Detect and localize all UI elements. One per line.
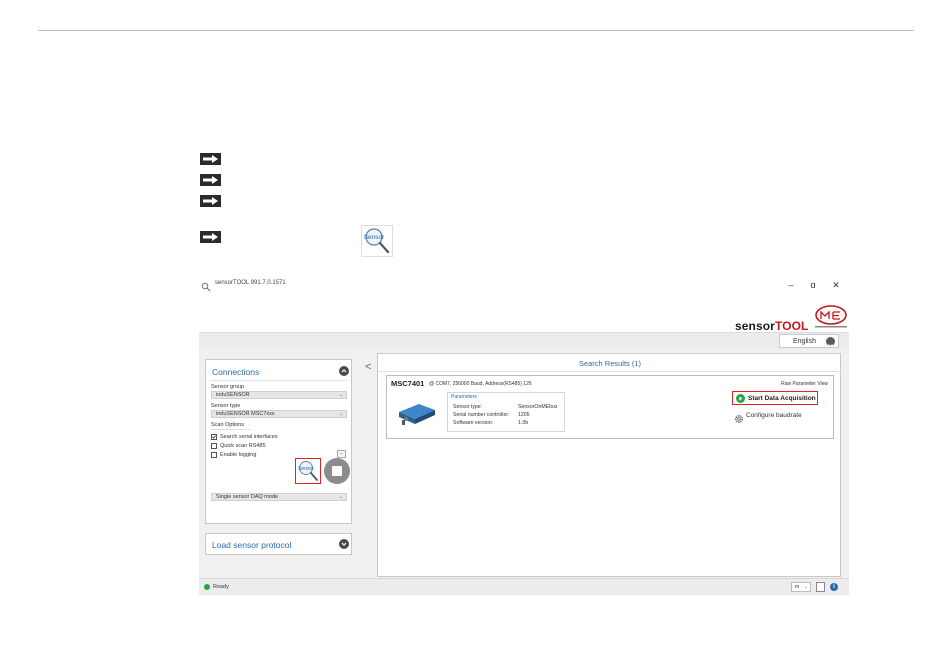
daq-mode-select[interactable]: Single sensor DAQ mode ⌄ [211,493,347,501]
play-icon [736,394,745,403]
language-bar: English [199,332,849,349]
status-indicator-icon [204,584,210,590]
enable-logging-label: Enable logging [220,452,257,458]
connections-panel: Connections Sensor group induSENSOR ⌄ Se… [205,359,352,524]
stop-button[interactable] [324,458,350,484]
me-logo-icon [813,304,849,330]
quick-scan-label: Quick scan RS485 [220,443,266,449]
main-area: Connections Sensor group induSENSOR ⌄ Se… [199,349,849,578]
sensor-group-label: Sensor group [211,384,245,390]
document-icon[interactable] [816,582,825,592]
chevron-down-icon [826,337,835,348]
sensor-model: MSC7401 [391,379,425,388]
arrow-icon [200,174,221,186]
maximize-button[interactable]: ɑ [806,278,820,292]
configure-baudrate-label: Configure baudrate [746,412,802,419]
sensor-device-image [397,398,437,428]
arrow-icon [200,231,221,243]
language-select[interactable]: English [779,334,839,348]
connection-info: @ COM7, 256000 Baud, Address(RS485) 126 [429,381,532,387]
search-results-panel: Search Results (1) MSC7401 @ COM7, 25600… [377,353,842,577]
sensor-group-value: induSENSOR [216,392,250,398]
title-bar: sensorTOOL 991.7.0.1571 – ɑ ✕ [199,275,849,295]
divider [378,371,842,372]
sensor-result-card: MSC7401 @ COM7, 256000 Baud, Address(RS4… [386,375,834,439]
sensor-group-select[interactable]: induSENSOR ⌄ [211,391,347,399]
param-value: 1.0b [518,420,529,426]
brand-logo-text: sensorTOOL [735,319,808,333]
language-value: English [793,338,816,345]
more-options-button[interactable]: ... [337,450,346,458]
load-protocol-title[interactable]: Load sensor protocol [212,540,291,550]
param-value: SensorOnMEbus [518,404,558,410]
sensor-type-select[interactable]: induSENSOR MSC7xxx ⌄ [211,410,347,418]
sensor-icon-text: Sensor [364,234,385,241]
search-serial-checkbox[interactable] [211,434,217,440]
sensor-type-label: Sensor type [211,403,241,409]
chevron-up-icon[interactable] [339,366,349,376]
divider [211,429,251,430]
gear-icon [734,411,744,424]
app-window: sensorTOOL 991.7.0.1571 – ɑ ✕ sensorTOOL… [199,275,849,595]
status-bar: Ready m ⌄ i [199,578,849,595]
param-value: 1205 [518,412,530,418]
minimize-button[interactable]: – [784,278,798,292]
param-key: Sensor type: [453,404,483,410]
unit-select[interactable]: m ⌄ [791,582,811,592]
arrow-icon [200,195,221,207]
scan-sensor-button[interactable]: Sensor [295,458,321,484]
connections-title[interactable]: Connections [212,367,259,377]
top-divider [38,30,914,31]
chevron-down-icon[interactable] [339,539,349,549]
search-results-title: Search Results (1) [578,359,642,368]
divider [211,380,347,381]
enable-logging-checkbox[interactable] [211,452,217,458]
collapse-panel-button[interactable]: < [365,361,371,373]
parameters-title: Parameters [451,394,477,400]
scan-options-label: Scan Options [211,422,245,428]
info-icon[interactable]: i [830,583,838,591]
brand-tool: TOOL [774,319,809,333]
brand-sensor: sensor [735,319,775,333]
status-text: Ready [213,584,229,590]
scan-icon-text: Sensor [298,466,314,472]
stop-icon [332,466,342,476]
unit-value: m [795,584,800,590]
arrow-icon [200,153,221,165]
close-button[interactable]: ✕ [829,278,843,292]
start-data-acquisition-label: Start Data Acquisition [748,395,816,402]
chevron-down-icon: ⌄ [803,584,808,590]
param-key: Serial number controller: [453,412,510,418]
daq-mode-value: Single sensor DAQ mode [216,494,279,500]
configure-baudrate-button[interactable]: Configure baudrate [734,410,824,424]
chevron-down-icon: ⌄ [338,411,343,417]
window-title: sensorTOOL 991.7.0.1571 [215,280,286,286]
chevron-down-icon: ⌄ [338,392,343,398]
chevron-down-icon: ⌄ [338,494,343,500]
sensor-search-icon: Sensor [361,225,393,257]
search-serial-label: Search serial interfaces [220,434,278,440]
param-key: Software version: [453,420,494,426]
quick-scan-checkbox[interactable] [211,443,217,449]
start-data-acquisition-button[interactable]: Start Data Acquisition [732,391,818,405]
sensor-type-value: induSENSOR MSC7xxx [216,411,275,417]
sensor-search-icon: Sensor [298,461,318,481]
app-search-icon [201,279,211,292]
parameters-box: Parameters Sensor type: SensorOnMEbus Se… [447,392,565,432]
raw-parameter-view-link[interactable]: Raw Parameter View [781,381,828,387]
load-protocol-panel[interactable]: Load sensor protocol [205,533,352,555]
